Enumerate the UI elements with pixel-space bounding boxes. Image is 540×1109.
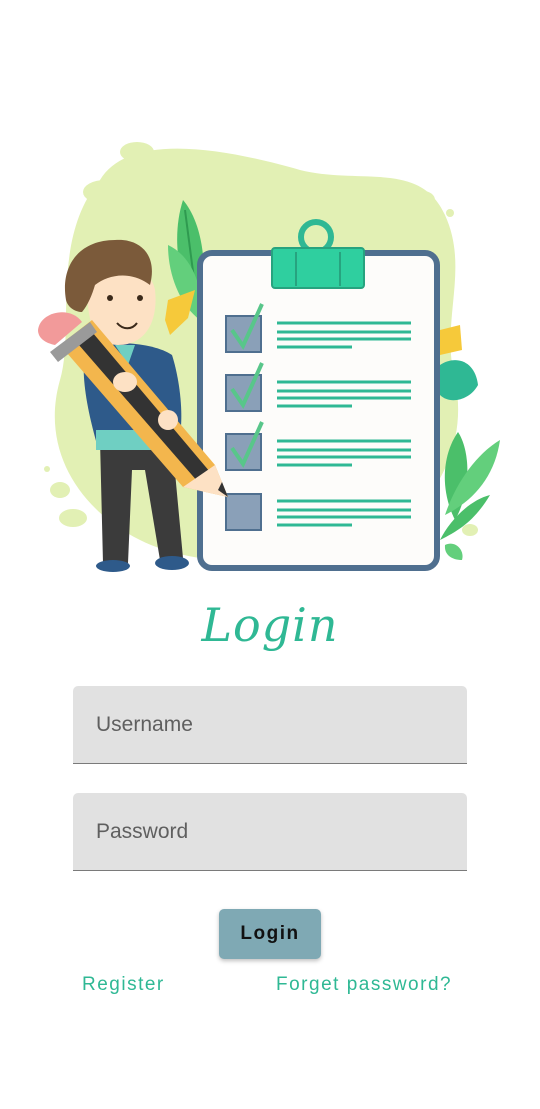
password-field[interactable]: [73, 793, 467, 871]
username-field[interactable]: [73, 686, 467, 764]
login-illustration: [38, 142, 500, 572]
password-input[interactable]: [73, 793, 467, 870]
forgot-password-link[interactable]: Forget password?: [276, 974, 452, 996]
username-input[interactable]: [73, 686, 467, 763]
login-title: Login: [201, 598, 339, 652]
login-button[interactable]: Login: [219, 909, 321, 959]
register-link[interactable]: Register: [82, 974, 165, 996]
